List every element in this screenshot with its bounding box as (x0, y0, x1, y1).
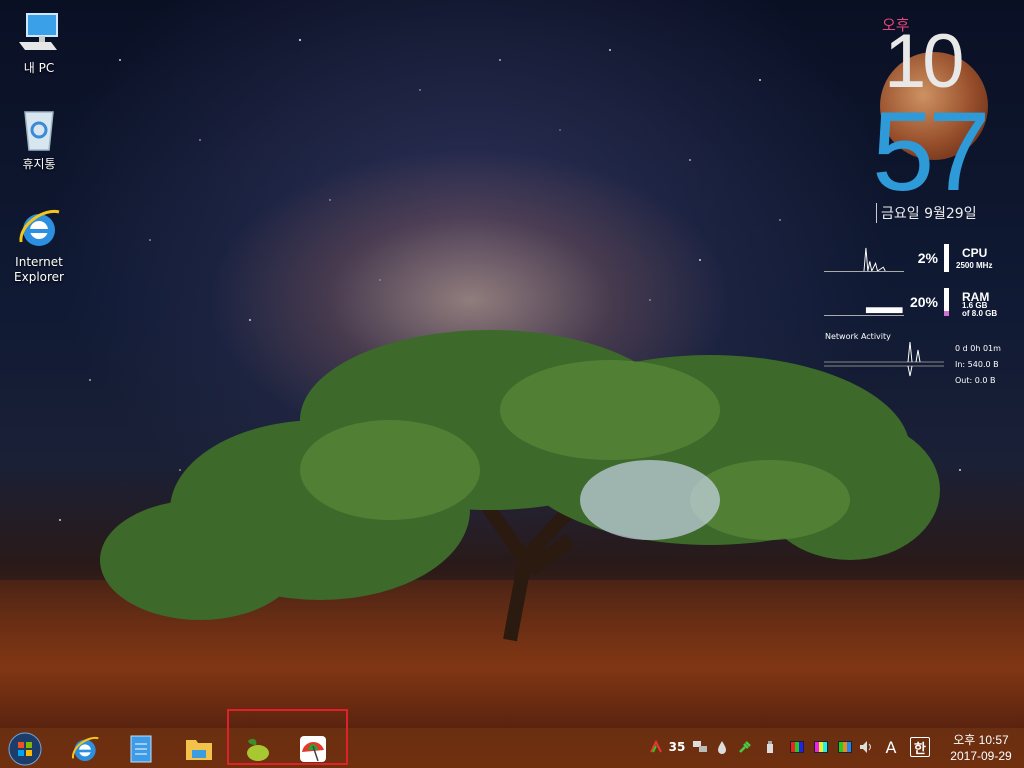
tray-network-icon[interactable] (690, 738, 710, 756)
desktop-icon-label: 휴지통 (22, 157, 56, 171)
tray-volume-icon[interactable] (858, 738, 876, 756)
ram-bar (944, 288, 949, 316)
file-explorer-icon (186, 740, 212, 760)
notepad-icon (130, 735, 152, 763)
cpu-label: CPU (962, 246, 988, 260)
highlighted-taskbar-apps-box (227, 709, 348, 765)
desktop-icon-label: 내 PC (23, 61, 55, 75)
tray-drop-icon[interactable] (714, 738, 730, 756)
tray-badge-count[interactable]: 35 (666, 738, 688, 756)
cpu-frequency: 2500 MHz (956, 261, 993, 270)
tray-clock[interactable]: 오후 10:57 2017-09-29 (944, 732, 1018, 764)
network-uptime: 0 d 0h 01m (955, 344, 1001, 353)
tray-ime-hangul[interactable]: 한 (910, 737, 930, 757)
internet-explorer-icon (71, 736, 99, 761)
tray-time: 오후 10:57 (953, 733, 1009, 747)
tray-usb-icon[interactable] (762, 738, 778, 756)
taskbar-file-explorer[interactable] (180, 731, 218, 767)
clock-date: 금요일 9월29일 (876, 203, 977, 223)
wallpaper-tree (100, 330, 940, 642)
taskbar-internet-explorer[interactable] (66, 731, 104, 767)
network-out: Out: 0.0 B (955, 376, 996, 385)
tray-color-icon-2[interactable] (812, 738, 830, 756)
ram-monitor: 20% RAM 1.6 GB of 8.0 GB (824, 288, 1014, 318)
clock-minute: 57 (872, 89, 991, 214)
computer-icon (19, 13, 58, 50)
tray-ime-mode[interactable]: A (882, 738, 900, 757)
network-graph (824, 342, 944, 377)
start-button[interactable] (6, 731, 44, 767)
network-title: Network Activity (825, 332, 891, 341)
ram-percent: 20% (909, 294, 938, 310)
tray-plug-icon[interactable] (736, 738, 754, 756)
desktop-icon-internet-explorer[interactable]: Internet Explorer (4, 204, 74, 285)
recycle-bin-icon (24, 111, 54, 151)
cpu-graph (824, 247, 904, 272)
internet-explorer-icon (19, 209, 60, 246)
ram-total: of 8.0 GB (962, 309, 998, 318)
taskbar-notepad[interactable] (122, 731, 160, 767)
start-orb-icon (8, 732, 42, 766)
cpu-monitor: 2% CPU 2500 MHz (824, 244, 1014, 274)
desktop-icon-my-pc[interactable]: 내 PC (4, 10, 74, 76)
tray-network-arrows-icon[interactable] (648, 738, 664, 756)
network-in: In: 540.0 B (955, 360, 999, 369)
desktop-icon-label-line1: Internet (15, 255, 63, 269)
desktop-icon-recycle-bin[interactable]: 휴지통 (4, 106, 74, 172)
tray-color-icon-1[interactable] (788, 738, 806, 756)
cpu-percent: 2% (917, 250, 938, 266)
cpu-bar (944, 244, 949, 272)
ram-graph (824, 307, 904, 316)
tray-color-icon-3[interactable] (836, 738, 854, 756)
tray-date: 2017-09-29 (950, 749, 1012, 763)
desktop-icon-label-line2: Explorer (14, 270, 64, 284)
